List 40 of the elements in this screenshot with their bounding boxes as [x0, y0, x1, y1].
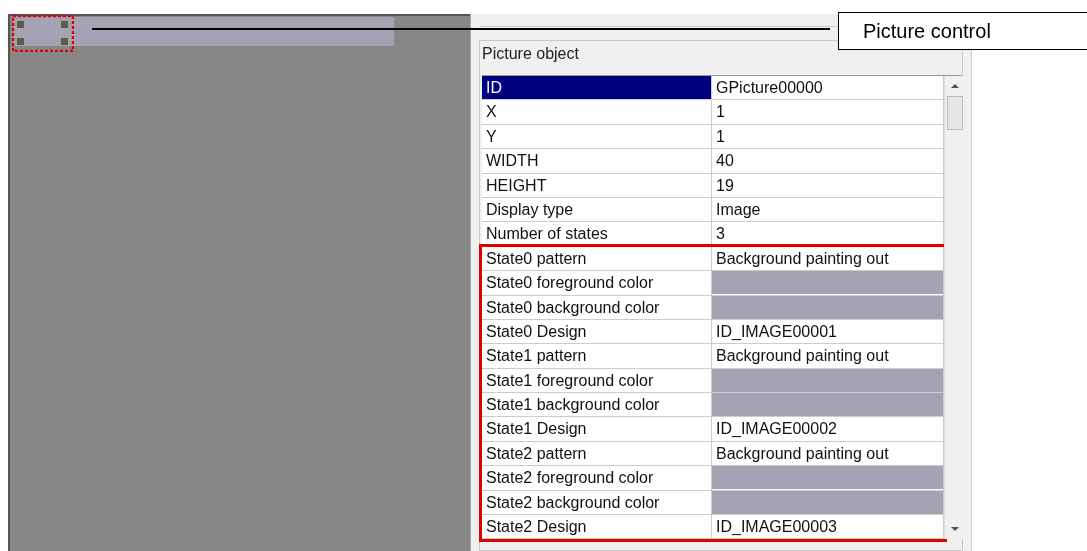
- property-value[interactable]: ID_IMAGE00001: [712, 319, 944, 345]
- property-value[interactable]: GPicture00000: [712, 76, 944, 101]
- color-swatch[interactable]: [712, 368, 943, 392]
- property-name[interactable]: HEIGHT: [482, 173, 712, 198]
- property-name[interactable]: State2 background color: [482, 490, 712, 516]
- property-value[interactable]: 1: [712, 100, 944, 125]
- callout-label: Picture control: [838, 12, 1087, 50]
- scroll-thumb[interactable]: [947, 96, 963, 130]
- color-swatch[interactable]: [712, 295, 943, 319]
- property-name[interactable]: X: [482, 100, 712, 125]
- property-value[interactable]: Background painting out: [712, 344, 944, 369]
- property-name[interactable]: State1 background color: [482, 393, 712, 418]
- property-name[interactable]: State0 Design: [482, 319, 712, 345]
- property-name[interactable]: WIDTH: [482, 149, 712, 174]
- color-swatch[interactable]: [712, 271, 943, 295]
- property-name[interactable]: State1 foreground color: [482, 368, 712, 394]
- property-name[interactable]: State2 Design: [482, 515, 712, 540]
- property-value[interactable]: ID_IMAGE00003: [712, 515, 944, 540]
- property-value[interactable]: 40: [712, 149, 944, 174]
- selection-handles-icon: [12, 15, 74, 52]
- color-swatch[interactable]: [712, 466, 943, 490]
- property-name[interactable]: Y: [482, 124, 712, 150]
- property-name[interactable]: Number of states: [482, 222, 712, 247]
- property-value[interactable]: 1: [712, 124, 944, 150]
- color-swatch[interactable]: [712, 490, 943, 514]
- property-name[interactable]: State0 pattern: [482, 246, 712, 272]
- property-name[interactable]: State2 foreground color: [482, 466, 712, 491]
- property-name[interactable]: State1 pattern: [482, 344, 712, 369]
- property-name[interactable]: State1 Design: [482, 417, 712, 442]
- property-name[interactable]: Display type: [482, 197, 712, 223]
- property-name[interactable]: State0 foreground color: [482, 271, 712, 296]
- property-value[interactable]: ID_IMAGE00002: [712, 417, 944, 442]
- picture-control-bar[interactable]: [13, 17, 394, 46]
- property-name[interactable]: ID: [482, 76, 712, 101]
- property-name[interactable]: State2 pattern: [482, 441, 712, 467]
- group-title: Picture object: [482, 45, 580, 64]
- property-name[interactable]: State0 background color: [482, 295, 712, 320]
- property-value[interactable]: 19: [712, 173, 944, 198]
- color-swatch[interactable]: [712, 393, 943, 417]
- property-value[interactable]: Image: [712, 197, 944, 223]
